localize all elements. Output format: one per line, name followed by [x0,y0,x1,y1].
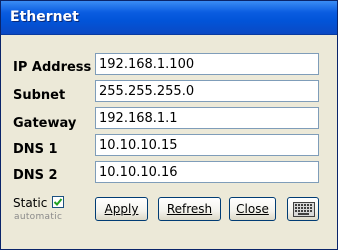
static-checkbox[interactable] [52,196,64,208]
refresh-button[interactable]: Refresh [158,197,221,221]
dns1-field[interactable] [95,134,319,156]
dialog-body: IP Address Subnet Gateway DNS 1 DNS 2 St… [1,35,337,249]
ip-address-label: IP Address [13,60,92,75]
subnet-field[interactable] [95,80,319,102]
automatic-label: automatic [14,212,63,222]
dns1-label: DNS 1 [13,142,58,157]
gateway-field[interactable] [95,107,319,129]
checkmark-icon [53,198,63,206]
dns2-field[interactable] [95,161,319,183]
title-bar[interactable]: Ethernet [1,1,337,35]
gateway-label: Gateway [13,116,77,131]
window-title: Ethernet [10,9,79,25]
subnet-label: Subnet [13,88,66,103]
dns2-label: DNS 2 [13,168,58,183]
keyboard-button[interactable] [287,197,319,221]
apply-button[interactable]: Apply [95,197,148,221]
static-label: Static [13,196,48,210]
ethernet-dialog: Ethernet IP Address Subnet Gateway DNS 1… [0,0,338,250]
keyboard-icon [293,202,315,217]
close-button[interactable]: Close [229,197,276,221]
ip-address-field[interactable] [95,53,319,75]
